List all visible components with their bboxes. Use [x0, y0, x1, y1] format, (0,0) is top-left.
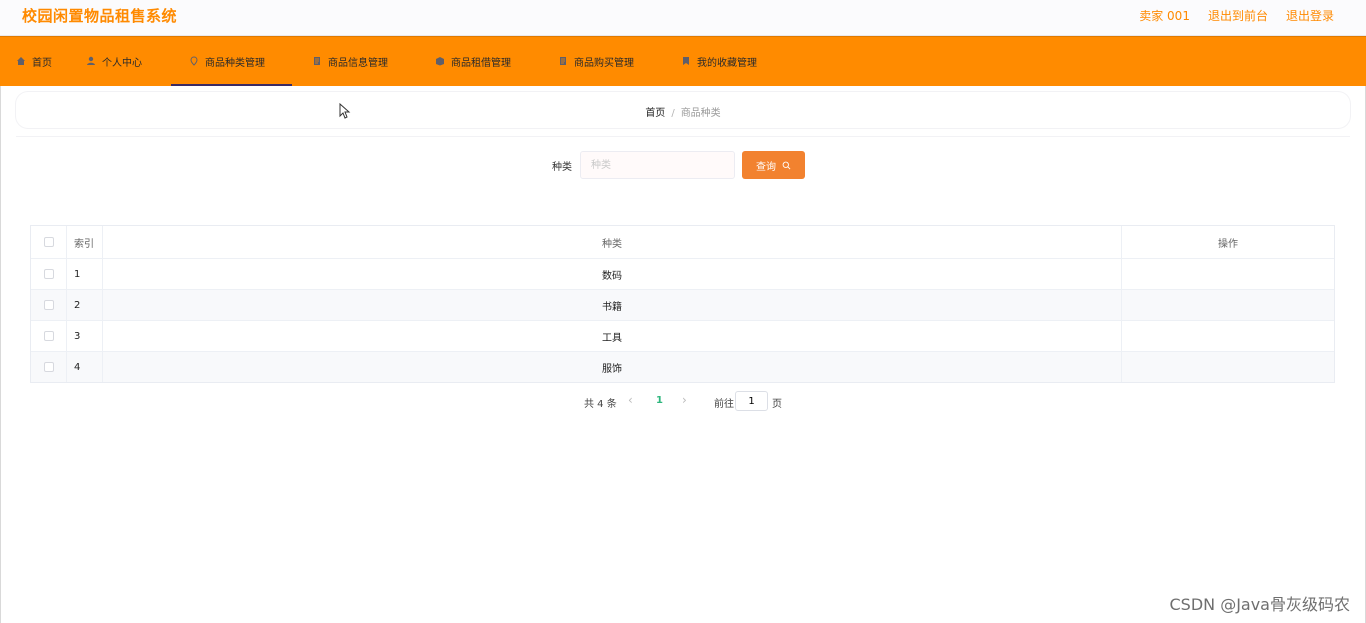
watermark: CSDN @Java骨灰级码农: [1169, 595, 1350, 614]
table-row: 4 服饰: [31, 351, 1334, 382]
header-actions: 卖家 001 退出到前台 退出登录: [1139, 7, 1334, 24]
app-title: 校园闲置物品租售系统: [22, 7, 178, 25]
current-user-label: 卖家 001: [1139, 9, 1190, 23]
user-icon: [86, 56, 96, 66]
breadcrumb-current: 商品种类: [680, 108, 721, 119]
row-checkbox-cell: [31, 259, 66, 289]
row-index: 1: [66, 259, 102, 289]
next-page-button[interactable]: ›: [682, 393, 687, 407]
row-operations: [1121, 290, 1334, 320]
category-search-input[interactable]: [580, 151, 735, 179]
goto-label: 前往: [714, 399, 734, 410]
pagination-total: 共 4 条: [584, 399, 617, 410]
page-unit-label: 页: [772, 399, 782, 410]
kind-column-header: 种类: [102, 226, 1121, 258]
current-page-number[interactable]: 1: [656, 395, 663, 406]
breadcrumb: 首页 / 商品种类: [16, 104, 1350, 119]
row-index: 4: [66, 352, 102, 382]
breadcrumb-separator: /: [671, 108, 675, 119]
pagination: 共 4 条 ‹ 1 › 前往 页: [16, 391, 1350, 411]
document-icon: [312, 56, 322, 66]
row-checkbox[interactable]: [43, 300, 54, 310]
row-checkbox-cell: [31, 290, 66, 320]
nav-home[interactable]: 首页: [16, 36, 52, 86]
query-button-label: 查询: [756, 161, 776, 173]
nav-personal-center[interactable]: 个人中心: [86, 36, 142, 86]
category-content-panel: 种类 查询 索引 种类 操作 1 数码 2 书籍: [16, 136, 1350, 424]
nav-purchase-management-label: 商品购买管理: [574, 57, 634, 69]
row-checkbox[interactable]: [43, 362, 54, 372]
row-operations: [1121, 321, 1334, 351]
category-search-label: 种类: [552, 162, 572, 173]
select-all-checkbox[interactable]: [43, 237, 54, 247]
row-checkbox-cell: [31, 352, 66, 382]
home-icon: [16, 56, 26, 66]
nav-category-management[interactable]: 商品种类管理: [171, 36, 292, 86]
row-kind: 服饰: [102, 352, 1121, 382]
row-index: 2: [66, 290, 102, 320]
top-header: 校园闲置物品租售系统 卖家 001 退出到前台 退出登录: [0, 0, 1366, 36]
nav-personal-center-label: 个人中心: [102, 57, 142, 69]
breadcrumb-panel: 首页 / 商品种类: [16, 92, 1350, 128]
row-checkbox[interactable]: [43, 331, 54, 341]
breadcrumb-home[interactable]: 首页: [645, 108, 665, 119]
nav-product-info-management[interactable]: 商品信息管理: [312, 36, 388, 86]
nav-rental-management-label: 商品租借管理: [451, 57, 511, 69]
goto-page-input[interactable]: [735, 391, 768, 411]
mouse-pointer-icon: [339, 103, 351, 119]
query-button[interactable]: 查询: [742, 151, 805, 179]
table-header-row: 索引 种类 操作: [31, 226, 1334, 258]
row-kind: 书籍: [102, 290, 1121, 320]
nav-favorites-management[interactable]: 我的收藏管理: [681, 36, 757, 86]
previous-page-button[interactable]: ‹: [628, 393, 633, 407]
row-index: 3: [66, 321, 102, 351]
table-row: 3 工具: [31, 320, 1334, 351]
index-column-header: 索引: [66, 226, 102, 258]
nav-product-info-management-label: 商品信息管理: [328, 57, 388, 69]
nav-rental-management[interactable]: 商品租借管理: [435, 36, 511, 86]
search-icon: [782, 161, 791, 169]
back-to-front-link[interactable]: 退出到前台: [1208, 7, 1268, 24]
nav-favorites-management-label: 我的收藏管理: [697, 57, 757, 69]
nav-home-label: 首页: [32, 57, 52, 69]
logout-link[interactable]: 退出登录: [1286, 7, 1334, 24]
tag-icon: [189, 56, 199, 66]
search-form: 种类 查询: [16, 151, 1350, 181]
row-checkbox-cell: [31, 321, 66, 351]
row-operations: [1121, 259, 1334, 289]
row-kind: 工具: [102, 321, 1121, 351]
select-all-cell: [31, 226, 66, 258]
bookmark-icon: [681, 56, 691, 66]
table-row: 1 数码: [31, 258, 1334, 289]
box-icon: [435, 56, 445, 66]
row-checkbox[interactable]: [43, 269, 54, 279]
nav-purchase-management[interactable]: 商品购买管理: [558, 36, 634, 86]
main-navigation: 首页 个人中心 商品种类管理 商品信息管理 商品租借管理 商品购买管理 我的收藏…: [0, 36, 1366, 86]
row-operations: [1121, 352, 1334, 382]
row-kind: 数码: [102, 259, 1121, 289]
category-table: 索引 种类 操作 1 数码 2 书籍 3 工具 4 服饰: [30, 225, 1335, 383]
operation-column-header: 操作: [1121, 226, 1334, 258]
nav-category-management-label: 商品种类管理: [205, 57, 265, 69]
document-icon: [558, 56, 568, 66]
table-row: 2 书籍: [31, 289, 1334, 320]
left-border: [0, 86, 1, 623]
